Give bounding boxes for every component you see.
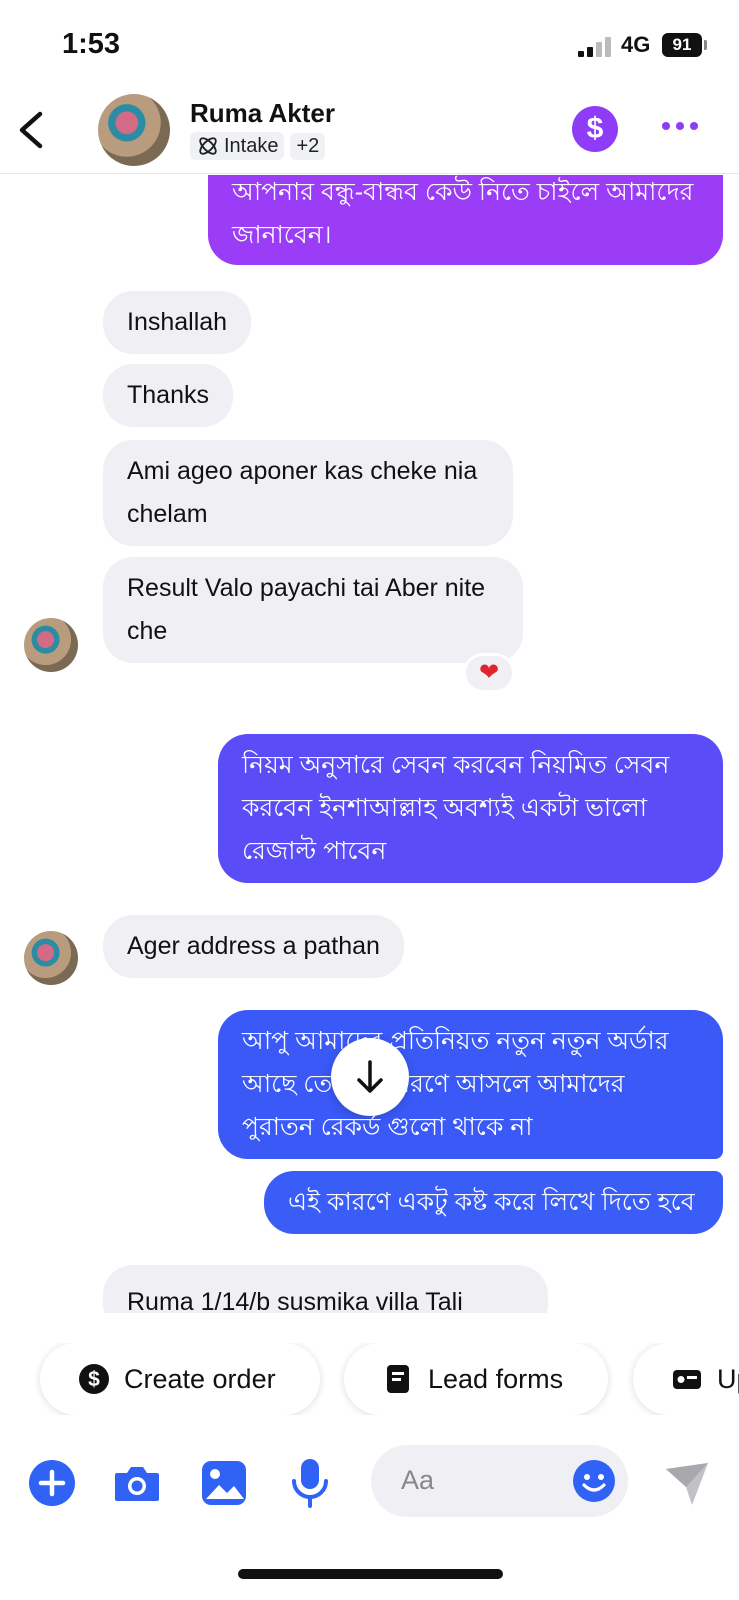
contact-name[interactable]: Ruma Akter	[190, 98, 335, 129]
status-bar: 1:53 4G 91	[0, 0, 739, 90]
back-button[interactable]	[14, 106, 54, 154]
message-bubble-outgoing[interactable]: আপনার বন্ধু-বান্ধব কেউ নিতে চাইলে আমাদের…	[208, 175, 723, 265]
dollar-icon: $	[586, 112, 604, 145]
create-order-label: Create order	[124, 1363, 276, 1394]
heart-icon: ❤	[478, 659, 500, 686]
message-bubble-incoming[interactable]: Ruma 1/14/b susmika villa Tali	[103, 1265, 548, 1313]
lead-forms-label: Lead forms	[428, 1363, 564, 1394]
tag-more-count[interactable]: +2	[290, 132, 326, 160]
create-order-button[interactable]: $ Create order	[40, 1343, 320, 1415]
emoji-icon[interactable]	[571, 1458, 617, 1504]
camera-icon[interactable]	[111, 1457, 163, 1509]
send-icon[interactable]	[662, 1459, 712, 1509]
contact-avatar[interactable]	[98, 94, 170, 166]
message-composer: Aa	[0, 1445, 739, 1525]
card-icon	[673, 1370, 701, 1389]
status-time: 1:53	[62, 28, 121, 60]
dollar-icon: $	[79, 1364, 109, 1394]
atom-icon	[199, 137, 217, 155]
message-bubble-outgoing[interactable]: নিয়ম অনুসারে সেবন করবেন নিয়মিত সেবন কর…	[218, 734, 723, 883]
message-bubble-incoming[interactable]: Inshallah	[103, 291, 252, 354]
message-input-placeholder: Aa	[401, 1465, 435, 1495]
message-bubble-outgoing[interactable]: এই কারণে একটু কষ্ট করে লিখে দিতে হবে	[264, 1171, 723, 1234]
quick-actions-bar: $ Create order Lead forms Up	[0, 1343, 739, 1415]
message-list[interactable]: আপনার বন্ধু-বান্ধব কেউ নিতে চাইলে আমাদের…	[0, 175, 739, 1313]
sender-avatar[interactable]	[24, 618, 78, 672]
third-action-label: Up	[717, 1363, 739, 1394]
home-indicator[interactable]	[238, 1569, 503, 1579]
message-bubble-incoming[interactable]: Thanks	[103, 364, 233, 427]
tag-intake[interactable]: Intake	[190, 132, 285, 160]
third-action-button[interactable]: Up	[633, 1343, 739, 1415]
battery-tip	[704, 40, 707, 50]
gallery-icon[interactable]	[198, 1457, 250, 1509]
message-bubble-outgoing[interactable]: আপু আমাদের প্রতিনিয়ত নতুন নতুন অর্ডার আ…	[218, 1010, 723, 1159]
chevron-left-icon	[19, 111, 43, 149]
network-type: 4G	[621, 32, 651, 57]
tag-label: Intake	[224, 134, 279, 157]
lead-forms-button[interactable]: Lead forms	[344, 1343, 608, 1415]
message-bubble-incoming[interactable]: Ager address a pathan	[103, 915, 404, 978]
message-input[interactable]: Aa	[371, 1445, 628, 1517]
scroll-to-bottom-button[interactable]	[331, 1038, 409, 1116]
microphone-icon[interactable]	[284, 1457, 336, 1509]
heart-reaction[interactable]: ❤	[463, 653, 515, 693]
sender-avatar[interactable]	[24, 931, 78, 985]
plus-icon[interactable]	[26, 1457, 78, 1509]
signal-icon	[578, 37, 614, 57]
chat-header: Ruma Akter Intake +2 $	[0, 90, 739, 174]
battery-icon: 91	[662, 33, 702, 57]
arrow-down-icon	[357, 1060, 383, 1093]
payment-button[interactable]: $	[572, 106, 618, 152]
message-bubble-incoming[interactable]: Result Valo payachi tai Aber nite che	[103, 557, 523, 663]
more-options-button[interactable]	[662, 116, 702, 136]
message-bubble-incoming[interactable]: Ami ageo aponer kas cheke nia chelam	[103, 440, 513, 546]
contact-tags[interactable]: Intake +2	[190, 132, 326, 160]
svg-text:$: $	[88, 1368, 100, 1391]
form-icon	[387, 1365, 409, 1393]
